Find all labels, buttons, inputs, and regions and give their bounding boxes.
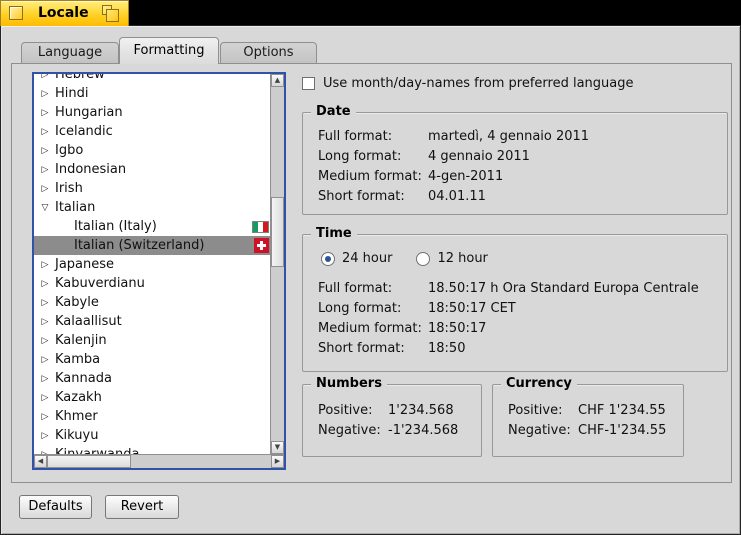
currency-positive-row: Positive: CHF 1'234.55 bbox=[508, 403, 666, 418]
triangle-collapsed-icon[interactable] bbox=[39, 355, 51, 365]
triangle-collapsed-icon[interactable] bbox=[39, 431, 51, 441]
window-title-bar[interactable]: Locale bbox=[0, 0, 129, 26]
numbers-group-title: Numbers bbox=[311, 376, 387, 391]
formatting-panel: Hebrew Hindi Hungarian Icelandic Igbo In… bbox=[11, 63, 732, 483]
list-item[interactable]: Igbo bbox=[34, 141, 270, 160]
scroll-up-icon[interactable]: ▲ bbox=[271, 74, 284, 87]
revert-button[interactable]: Revert bbox=[105, 495, 179, 519]
date-short-format-row: Short format: 04.01.11 bbox=[318, 189, 486, 204]
triangle-collapsed-icon[interactable] bbox=[39, 184, 51, 194]
triangle-expanded-icon[interactable] bbox=[39, 203, 51, 213]
currency-group-title: Currency bbox=[501, 376, 577, 391]
defaults-button[interactable]: Defaults bbox=[19, 495, 92, 519]
list-item[interactable]: Hindi bbox=[34, 84, 270, 103]
desktop: { "window": { "title": "Locale" }, "tabs… bbox=[0, 0, 741, 535]
language-list-viewport[interactable]: Hebrew Hindi Hungarian Icelandic Igbo In… bbox=[34, 74, 270, 454]
triangle-collapsed-icon[interactable] bbox=[39, 74, 51, 80]
use-month-day-names-label: Use month/day-names from preferred langu… bbox=[323, 76, 634, 91]
scroll-left-icon[interactable]: ◀ bbox=[34, 455, 47, 468]
list-item[interactable]: Kinyarwanda bbox=[34, 445, 270, 454]
list-item[interactable]: Italian bbox=[34, 198, 270, 217]
list-item[interactable]: Icelandic bbox=[34, 122, 270, 141]
list-item[interactable]: Hungarian bbox=[34, 103, 270, 122]
triangle-collapsed-icon[interactable] bbox=[39, 108, 51, 118]
numbers-group: Numbers Positive: 1'234.568 Negative: -1'2… bbox=[302, 376, 482, 457]
triangle-collapsed-icon[interactable] bbox=[39, 89, 51, 99]
list-item-selected[interactable]: Italian (Switzerland) bbox=[34, 236, 270, 255]
tab-language[interactable]: Language bbox=[21, 42, 119, 64]
numbers-positive-row: Positive: 1'234.568 bbox=[318, 403, 454, 418]
tab-options[interactable]: Options bbox=[220, 42, 317, 64]
time-group-title: Time bbox=[311, 226, 357, 241]
list-item[interactable]: Italian (Italy) bbox=[34, 217, 270, 236]
tab-formatting[interactable]: Formatting bbox=[119, 37, 219, 64]
list-item[interactable]: Khmer bbox=[34, 407, 270, 426]
use-month-day-names-checkbox[interactable] bbox=[302, 77, 315, 90]
triangle-collapsed-icon[interactable] bbox=[39, 393, 51, 403]
list-item[interactable]: Kannada bbox=[34, 369, 270, 388]
time-long-format-row: Long format: 18:50:17 CET bbox=[318, 301, 516, 316]
use-month-day-names-row: Use month/day-names from preferred langu… bbox=[302, 76, 634, 91]
date-long-format-row: Long format: 4 gennaio 2011 bbox=[318, 149, 530, 164]
time-group: Time 24 hour 12 hour Full format: 18.50:1… bbox=[302, 226, 728, 372]
list-item[interactable]: Kabyle bbox=[34, 293, 270, 312]
horizontal-scrollbar-thumb[interactable] bbox=[47, 455, 131, 468]
list-item[interactable]: Irish bbox=[34, 179, 270, 198]
triangle-collapsed-icon[interactable] bbox=[39, 298, 51, 308]
currency-group: Currency Positive: CHF 1'234.55 Negative:… bbox=[492, 376, 684, 457]
triangle-collapsed-icon[interactable] bbox=[39, 336, 51, 346]
time-medium-format-row: Medium format: 18:50:17 bbox=[318, 321, 487, 336]
date-group: Date Full format: martedì, 4 gennaio 2011… bbox=[302, 104, 728, 215]
list-item[interactable]: Kalaallisut bbox=[34, 312, 270, 331]
close-icon[interactable] bbox=[9, 6, 23, 20]
vertical-scrollbar[interactable]: ▲ ▼ bbox=[270, 74, 284, 454]
list-item[interactable]: Indonesian bbox=[34, 160, 270, 179]
list-item[interactable]: Kamba bbox=[34, 350, 270, 369]
date-full-format-row: Full format: martedì, 4 gennaio 2011 bbox=[318, 129, 590, 144]
currency-negative-row: Negative: CHF-1'234.55 bbox=[508, 423, 667, 438]
time-full-format-row: Full format: 18.50:17 h Ora Standard Euro… bbox=[318, 281, 699, 296]
radio-24-hour-label: 24 hour bbox=[342, 251, 393, 266]
italy-flag-icon bbox=[252, 220, 269, 233]
list-item[interactable]: Kazakh bbox=[34, 388, 270, 407]
triangle-collapsed-icon[interactable] bbox=[39, 165, 51, 175]
scroll-down-icon[interactable]: ▼ bbox=[271, 441, 284, 454]
scroll-right-icon[interactable]: ▶ bbox=[271, 455, 284, 468]
zoom-icon[interactable] bbox=[102, 5, 122, 23]
date-medium-format-row: Medium format: 4-gen-2011 bbox=[318, 169, 504, 184]
triangle-collapsed-icon[interactable] bbox=[39, 279, 51, 289]
list-item[interactable]: Hebrew bbox=[34, 74, 270, 84]
triangle-collapsed-icon[interactable] bbox=[39, 127, 51, 137]
list-item[interactable]: Japanese bbox=[34, 255, 270, 274]
triangle-collapsed-icon[interactable] bbox=[39, 317, 51, 327]
list-item[interactable]: Kabuverdianu bbox=[34, 274, 270, 293]
radio-12-hour[interactable] bbox=[416, 251, 431, 266]
vertical-scrollbar-thumb[interactable] bbox=[271, 197, 284, 267]
radio-12-hour-label: 12 hour bbox=[437, 251, 488, 266]
horizontal-scrollbar[interactable]: ◀ ▶ bbox=[34, 454, 284, 468]
time-short-format-row: Short format: 18:50 bbox=[318, 341, 466, 356]
language-list: Hebrew Hindi Hungarian Icelandic Igbo In… bbox=[32, 72, 286, 470]
list-item[interactable]: Kalenjin bbox=[34, 331, 270, 350]
triangle-collapsed-icon[interactable] bbox=[39, 412, 51, 422]
window-title: Locale bbox=[38, 5, 89, 21]
switzerland-flag-icon bbox=[254, 238, 269, 253]
radio-24-hour[interactable] bbox=[321, 251, 335, 266]
locale-window: Language Formatting Options Hebrew Hindi… bbox=[0, 25, 741, 535]
date-group-title: Date bbox=[311, 104, 356, 119]
zoom-icon-large-square bbox=[106, 9, 119, 22]
list-item[interactable]: Kikuyu bbox=[34, 426, 270, 445]
triangle-collapsed-icon[interactable] bbox=[39, 146, 51, 156]
triangle-collapsed-icon[interactable] bbox=[39, 374, 51, 384]
triangle-collapsed-icon[interactable] bbox=[39, 260, 51, 270]
numbers-negative-row: Negative: -1'234.568 bbox=[318, 423, 459, 438]
